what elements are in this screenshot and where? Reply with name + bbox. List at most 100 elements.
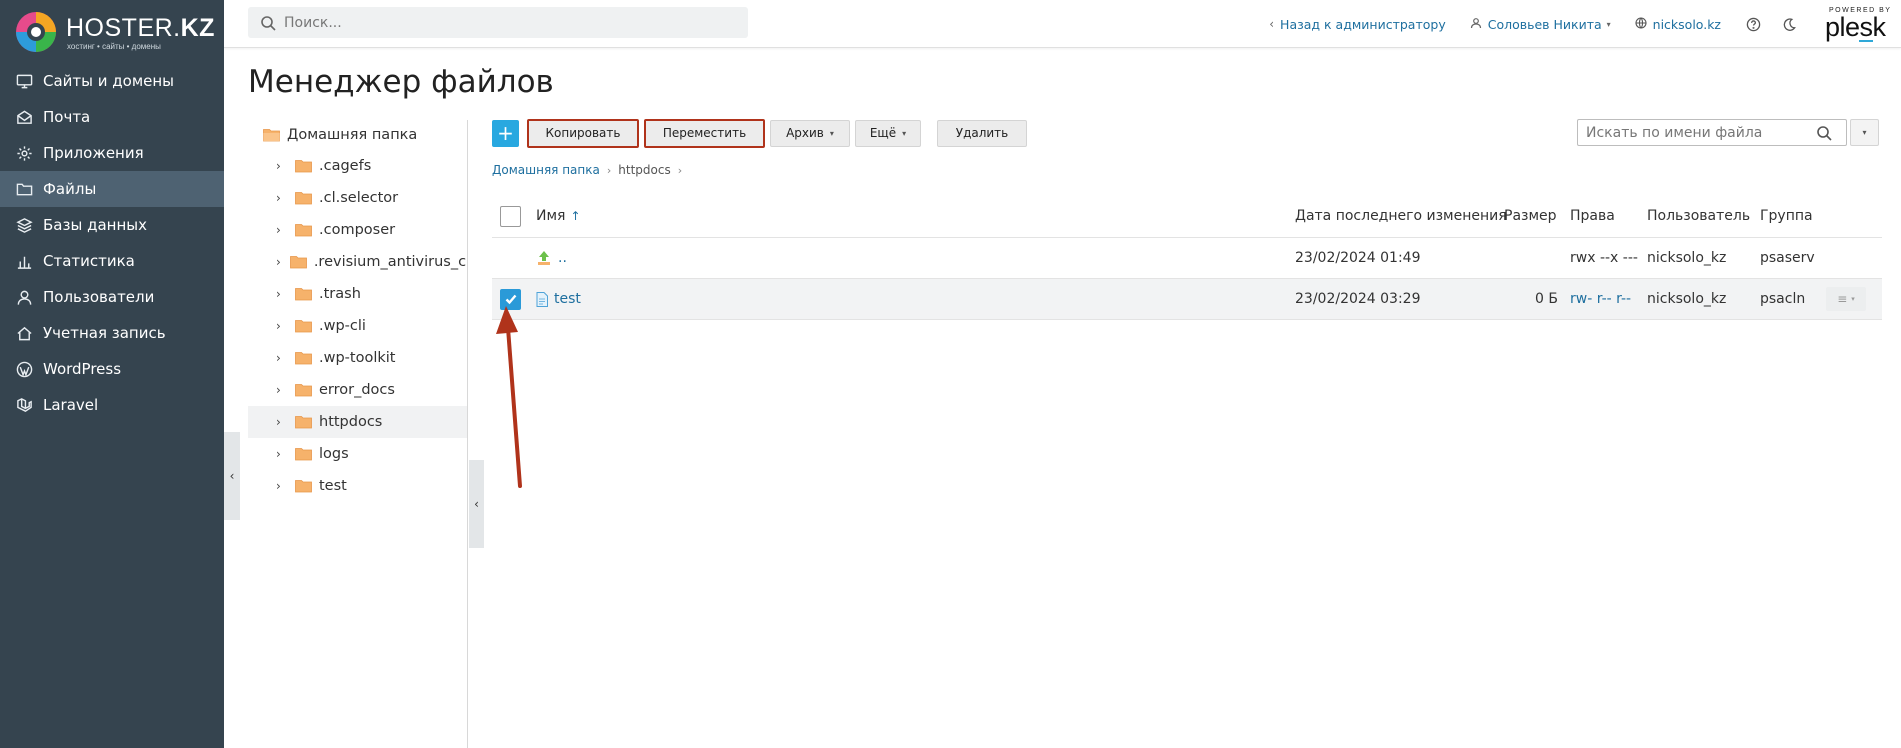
file-search[interactable] [1577, 119, 1847, 146]
back-to-admin-link[interactable]: ‹ Назад к администратору [1269, 17, 1445, 32]
file-search-input[interactable] [1586, 124, 1816, 141]
sidebar-item-label: Почта [43, 108, 91, 126]
column-modified[interactable]: Дата последнего изменения [1295, 195, 1507, 237]
tree-item-label: .composer [319, 222, 396, 238]
tree-root-home[interactable]: Домашняя папка [248, 120, 467, 150]
brand-name: HOSTER.KZ [66, 14, 215, 42]
file-icon [536, 291, 548, 307]
tree-item[interactable]: › .cl.selector [248, 182, 467, 214]
tree-root-label: Домашняя папка [287, 127, 418, 143]
sidebar-item-label: Сайты и домены [43, 72, 175, 90]
tree-item[interactable]: › .cagefs [248, 150, 467, 182]
gear-icon [14, 143, 34, 163]
column-size[interactable]: Размер [1504, 195, 1557, 237]
sidebar-item-mail[interactable]: Почта [0, 99, 224, 135]
sort-asc-icon: ↑ [570, 209, 581, 223]
theme-toggle-button[interactable] [1781, 16, 1797, 32]
chevron-left-icon: ‹ [474, 497, 479, 511]
global-search[interactable] [248, 7, 748, 38]
breadcrumb-home[interactable]: Домашняя папка [492, 163, 600, 177]
tree-item[interactable]: › error_docs [248, 374, 467, 406]
tree-item-label: error_docs [319, 382, 395, 398]
chevron-down-icon: ▾ [1851, 295, 1855, 303]
row-name-link[interactable]: test [554, 291, 581, 307]
sidebar-item-files[interactable]: Файлы [0, 171, 224, 207]
chevron-down-icon: ▾ [829, 128, 834, 138]
sidebar-item-label: Статистика [43, 252, 135, 270]
domain-link[interactable]: nicksolo.kz [1635, 17, 1721, 32]
select-all-checkbox[interactable] [500, 205, 521, 227]
row-group: psaserv [1760, 250, 1815, 266]
folder-icon [289, 256, 307, 269]
sidebar-item-wordpress[interactable]: WordPress [0, 351, 224, 387]
tree-item[interactable]: › .trash [248, 278, 467, 310]
moon-icon [1783, 17, 1796, 31]
sidebar-item-users[interactable]: Пользователи [0, 279, 224, 315]
chevron-right-icon: › [276, 383, 281, 397]
chart-icon [14, 251, 34, 271]
column-user[interactable]: Пользователь [1647, 195, 1750, 237]
page-title: Менеджер файлов [248, 64, 554, 100]
tree-collapse-button[interactable]: ‹ [469, 460, 484, 548]
copy-button[interactable]: Копировать [527, 118, 639, 148]
sidebar-collapse-button[interactable]: ‹ [224, 432, 240, 520]
tree-item[interactable]: › .wp-cli [248, 310, 467, 342]
delete-label: Удалить [955, 126, 1009, 140]
sidebar-item-label: WordPress [43, 360, 122, 378]
tree-item[interactable]: › .composer [248, 214, 467, 246]
chevron-right-icon: › [276, 447, 281, 461]
database-icon [14, 215, 34, 235]
column-perms[interactable]: Права [1570, 195, 1615, 237]
more-label: Ещё [869, 126, 897, 140]
archive-label: Архив [786, 126, 824, 140]
global-search-input[interactable] [284, 14, 724, 31]
mail-icon [14, 107, 34, 127]
monitor-icon [14, 71, 34, 91]
folder-icon [295, 384, 312, 397]
row-actions-menu-button[interactable]: ≡ ▾ [1826, 287, 1866, 311]
move-button[interactable]: Переместить [644, 118, 765, 148]
tree-item-label: .revisium_antivirus_cache [313, 254, 467, 270]
tree-item[interactable]: › test [248, 470, 467, 502]
user-icon [1470, 17, 1482, 32]
brand-logo[interactable]: HOSTER.KZ хостинг • сайты • домены [14, 8, 214, 54]
back-to-admin-label: Назад к администратору [1280, 16, 1446, 32]
column-group[interactable]: Группа [1760, 195, 1813, 237]
chevron-right-icon: › [276, 479, 281, 493]
folder-icon [295, 416, 312, 429]
help-button[interactable] [1745, 16, 1761, 32]
sidebar-item-sites[interactable]: Сайты и домены [0, 63, 224, 99]
sidebar-item-statistics[interactable]: Статистика [0, 243, 224, 279]
table-row[interactable]: .. 23/02/2024 01:49 rwx --x --- nicksolo… [492, 238, 1882, 279]
folder-icon [295, 288, 312, 301]
tree-item[interactable]: › .revisium_antivirus_cache [248, 246, 467, 278]
column-name[interactable]: Имя ↑ [536, 195, 581, 237]
tree-item-label: logs [319, 446, 349, 462]
tree-item-label: test [319, 478, 347, 494]
sidebar-item-laravel[interactable]: Laravel [0, 387, 224, 423]
row-name-link[interactable]: .. [558, 250, 567, 266]
file-search-options-button[interactable]: ▾ [1850, 119, 1879, 146]
row-perms-link[interactable]: rw- r-- r-- [1570, 279, 1631, 319]
column-user-label: Пользователь [1647, 208, 1751, 224]
breadcrumb-current[interactable]: httpdocs [618, 163, 670, 177]
archive-dropdown[interactable]: Архив ▾ [770, 119, 850, 147]
table-row-selected[interactable]: test 23/02/2024 03:29 0 Б rw- r-- r-- ni… [492, 279, 1882, 320]
column-modified-label: Дата последнего изменения [1295, 208, 1507, 224]
column-group-label: Группа [1760, 208, 1813, 224]
sidebar-item-account[interactable]: Учетная запись [0, 315, 224, 351]
tree-item[interactable]: › logs [248, 438, 467, 470]
copy-button-label: Копировать [545, 126, 621, 140]
plesk-name: plesk [1825, 12, 1886, 42]
add-button[interactable]: + [492, 119, 519, 147]
tree-item-selected[interactable]: › httpdocs [248, 406, 467, 438]
user-name: Соловьев Никита [1487, 16, 1602, 32]
more-dropdown[interactable]: Ещё ▾ [855, 119, 921, 147]
row-modified: 23/02/2024 03:29 [1295, 291, 1421, 307]
sidebar-item-apps[interactable]: Приложения [0, 135, 224, 171]
user-menu[interactable]: Соловьев Никита ▾ [1470, 17, 1611, 32]
folder-icon [295, 320, 312, 333]
sidebar-item-databases[interactable]: Базы данных [0, 207, 224, 243]
tree-item[interactable]: › .wp-toolkit [248, 342, 467, 374]
delete-button[interactable]: Удалить [937, 119, 1027, 147]
